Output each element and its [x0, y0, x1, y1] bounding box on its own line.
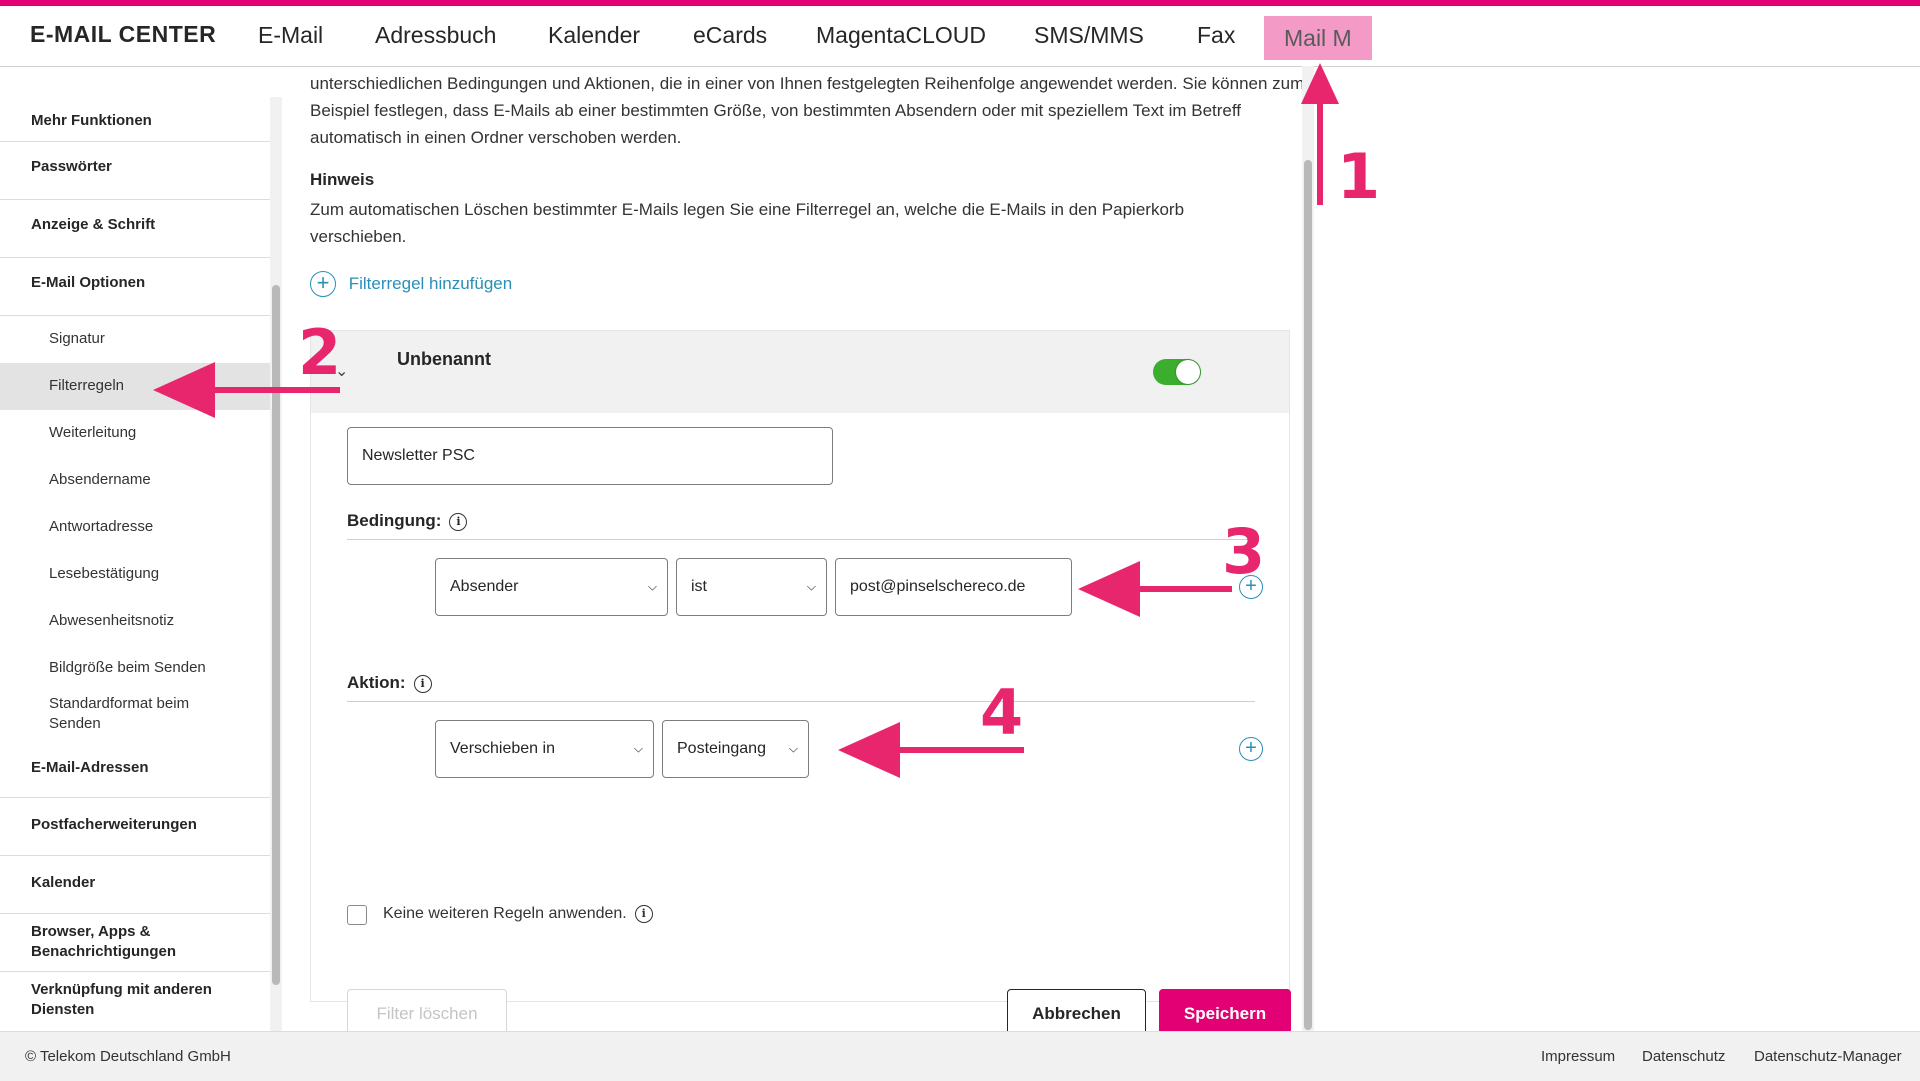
sidebar-sub-absendername[interactable]: Absendername: [0, 457, 270, 504]
footer-link-datenschutz-manager[interactable]: Datenschutz-Manager: [1754, 1048, 1902, 1065]
add-action-plus-icon[interactable]: +: [1239, 737, 1263, 761]
add-filter-rule-button[interactable]: + Filterregel hinzufügen: [310, 271, 512, 297]
action-separator: [347, 701, 1255, 702]
stop-rules-checkbox[interactable]: [347, 905, 367, 925]
filter-rule-header[interactable]: ⌄ Unbenannt: [311, 331, 1289, 413]
toggle-knob: [1176, 360, 1200, 384]
cancel-button[interactable]: Abbrechen: [1007, 989, 1146, 1031]
sidebar-item-mehr-funktionen[interactable]: Mehr Funktionen: [0, 97, 270, 141]
footer-link-datenschutz[interactable]: Datenschutz: [1642, 1048, 1725, 1065]
nav-magentacloud[interactable]: MagentaCLOUD: [816, 22, 986, 49]
condition-operator-select[interactable]: ist ⌵: [676, 558, 827, 616]
nav-fax[interactable]: Fax: [1197, 22, 1235, 49]
add-filter-rule-label: Filterregel hinzufügen: [348, 274, 513, 293]
nav-email[interactable]: E-Mail: [258, 22, 323, 49]
sidebar-item-email-adressen[interactable]: E-Mail-Adressen: [0, 747, 270, 797]
action-type-select[interactable]: Verschieben in ⌵: [435, 720, 654, 778]
nav-sms-mms[interactable]: SMS/MMS: [1034, 22, 1144, 49]
sidebar-sub-weiterleitung[interactable]: Weiterleitung: [0, 410, 270, 457]
action-label: Aktion: i: [347, 673, 432, 693]
annotation-number-2: 2: [298, 316, 342, 389]
main-scrollbar[interactable]: [1304, 160, 1312, 1030]
footer: © Telekom Deutschland GmbH Impressum Dat…: [0, 1031, 1920, 1081]
footer-link-impressum[interactable]: Impressum: [1541, 1048, 1615, 1065]
sidebar-sub-lesebestaetigung[interactable]: Lesebestätigung: [0, 551, 270, 598]
annotation-number-4: 4: [980, 676, 1024, 749]
chevron-down-icon: ⌵: [806, 579, 816, 594]
annotation-number-3: 3: [1222, 515, 1266, 588]
info-icon[interactable]: i: [413, 674, 432, 693]
nav-kalender[interactable]: Kalender: [548, 22, 640, 49]
condition-label: Bedingung: i: [347, 511, 468, 531]
nav-mail-m[interactable]: Mail M: [1264, 16, 1372, 60]
stop-rules-label: Keine weiteren Regeln anwenden. i: [383, 905, 653, 923]
sidebar-sub-signatur[interactable]: Signatur: [0, 316, 270, 363]
sidebar-sub-antwortadresse[interactable]: Antwortadresse: [0, 504, 270, 551]
sidebar-sub-abwesenheitsnotiz[interactable]: Abwesenheitsnotiz: [0, 598, 270, 645]
hint-text: Zum automatischen Löschen bestimmter E-M…: [310, 200, 1185, 246]
sidebar-item-email-optionen[interactable]: E-Mail Optionen: [0, 258, 270, 315]
filter-rule-title: Unbenannt: [397, 349, 491, 369]
sidebar-sub-filterregeln[interactable]: Filterregeln: [0, 363, 270, 410]
chevron-down-icon: ⌵: [647, 579, 657, 594]
filter-rule-enabled-toggle[interactable]: [1153, 359, 1201, 385]
filter-rule-card: ⌄ Unbenannt Newsletter PSC Bedingung: i A…: [310, 330, 1291, 1031]
sidebar-item-verknuepfung[interactable]: Verknüpfung mit anderen Diensten: [0, 972, 270, 1031]
save-button[interactable]: Speichern: [1159, 989, 1291, 1031]
info-icon[interactable]: i: [449, 512, 468, 531]
condition-separator: [347, 539, 1255, 540]
sidebar-item-anzeige-schrift[interactable]: Anzeige & Schrift: [0, 200, 270, 257]
chevron-down-icon: ⌵: [788, 741, 798, 756]
annotation-number-1: 1: [1337, 140, 1381, 213]
top-navigation: E-MAIL CENTER E-Mail Adressbuch Kalender…: [0, 6, 1920, 67]
brand-title: E-MAIL CENTER: [30, 21, 217, 47]
chevron-down-icon: ⌵: [633, 741, 643, 756]
action-target-select[interactable]: Posteingang ⌵: [662, 720, 809, 778]
condition-field-select[interactable]: Absender ⌵: [435, 558, 668, 616]
sidebar-sub-standardformat[interactable]: Standardformat beim Senden: [0, 694, 270, 744]
sidebar-scrollbar[interactable]: [272, 285, 280, 985]
sidebar-sub-bildgroesse[interactable]: Bildgröße beim Senden: [0, 645, 270, 692]
main-content: unterschiedlichen Bedingungen und Aktion…: [282, 66, 1312, 1031]
sidebar-item-kalender[interactable]: Kalender: [0, 856, 270, 913]
sidebar-item-browser-apps[interactable]: Browser, Apps & Benachrichtigungen: [0, 914, 270, 971]
condition-value-input[interactable]: post@pinselschereco.de: [835, 558, 1072, 616]
sidebar-item-passwoerter[interactable]: Passwörter: [0, 142, 270, 199]
nav-ecards[interactable]: eCards: [693, 22, 767, 49]
nav-adressbuch[interactable]: Adressbuch: [375, 22, 496, 49]
info-icon[interactable]: i: [634, 905, 653, 923]
settings-sidebar: Mehr Funktionen Passwörter Anzeige & Sch…: [0, 97, 270, 1031]
footer-copyright: © Telekom Deutschland GmbH: [25, 1048, 231, 1065]
sidebar-item-postfacherweiterungen[interactable]: Postfacherweiterungen: [0, 798, 270, 855]
hint-title: Hinweis: [310, 170, 375, 189]
delete-filter-button[interactable]: Filter löschen: [347, 989, 507, 1031]
plus-circle-icon: +: [310, 271, 336, 297]
intro-text: unterschiedlichen Bedingungen und Aktion…: [310, 74, 1305, 147]
filter-name-input[interactable]: Newsletter PSC: [347, 427, 833, 485]
